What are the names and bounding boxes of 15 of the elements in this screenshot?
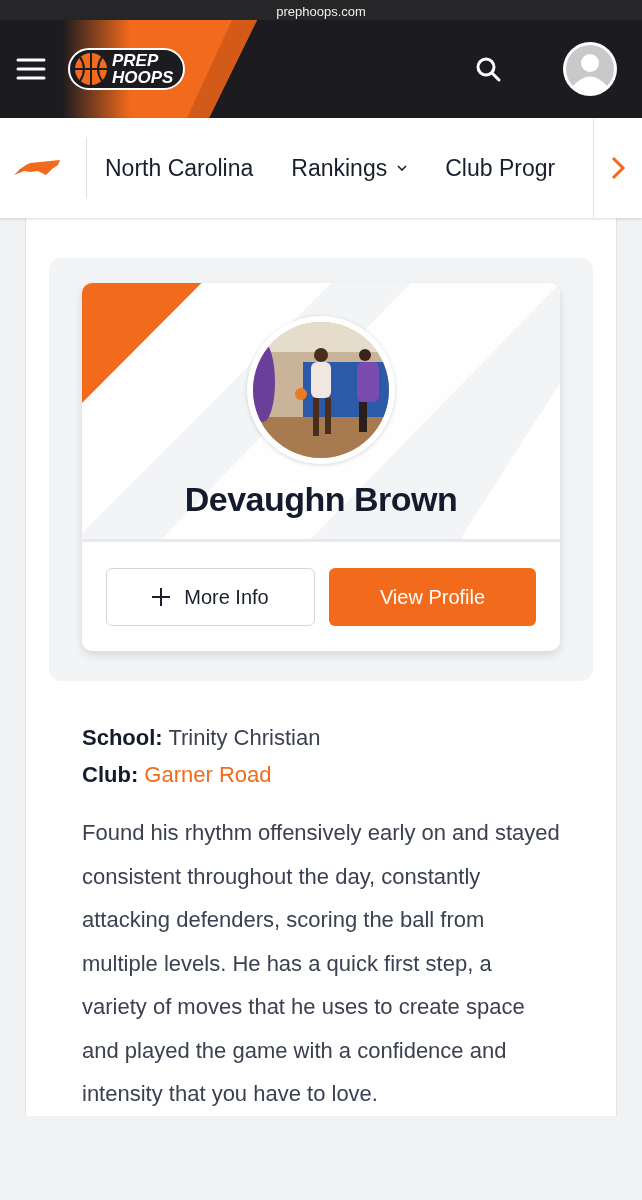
nav-link[interactable]: North Carolina [105, 154, 254, 182]
detail-value: Trinity Christian [168, 725, 321, 750]
avatar-icon[interactable] [562, 41, 618, 97]
nav-link[interactable]: Rankings [291, 154, 408, 182]
more-info-button[interactable]: More Info [106, 568, 315, 626]
plus-icon [152, 588, 171, 606]
menu-icon[interactable] [16, 57, 46, 81]
address-text[interactable]: prephoops.com [276, 4, 366, 20]
player-description: Found his rhythm offensively early on and stayed consistent throughout the day, constantly attacking defenders, scoring the ball from multiple levels. He has a quick first step, a variety of moves that he uses to create space and played the game with a confidence and intensity that you have to love. [81, 819, 561, 1108]
detail-label: Club: [82, 762, 139, 787]
player-name: Devaughn Brown [184, 480, 458, 519]
site-logo[interactable]: PREP HOOPS [68, 48, 186, 90]
detail-label: School: [82, 725, 163, 750]
nav-link[interactable]: Club Progr [445, 154, 556, 182]
search-icon[interactable] [474, 55, 502, 83]
